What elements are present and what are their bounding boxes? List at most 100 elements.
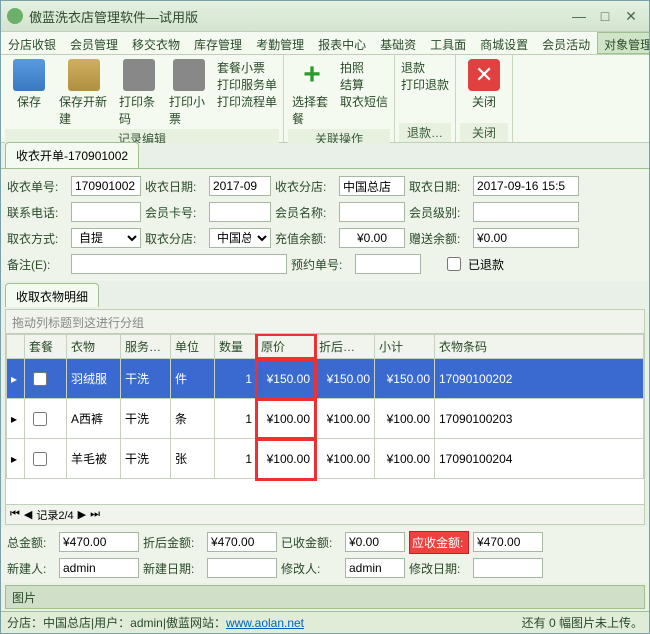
maximize-button[interactable]: □ [593, 6, 617, 26]
order-no-input[interactable] [71, 176, 141, 196]
col-unit[interactable]: 单位 [171, 335, 215, 359]
minimize-button[interactable]: — [567, 6, 591, 26]
menu-item[interactable]: 库存管理 [187, 32, 249, 54]
menu-item[interactable]: 基础资 [373, 32, 423, 54]
cell-expand[interactable]: ▸ [7, 439, 25, 479]
close-button[interactable]: ✕关闭 [460, 57, 508, 123]
print-barcode-button[interactable]: 打印条码 [115, 57, 163, 129]
print-combo-group[interactable]: 套餐小票 打印服务单 打印流程单 [215, 57, 279, 129]
menu-item[interactable]: 会员管理 [63, 32, 125, 54]
cell-unit: 件 [171, 359, 215, 399]
cell-orig: ¥150.00 [257, 359, 315, 399]
menu-item[interactable]: 会员活动 [535, 32, 597, 54]
cell-combo[interactable] [25, 439, 67, 479]
nav-first-icon[interactable]: ⏮ [10, 508, 20, 521]
menu-item[interactable]: 工具面 [423, 32, 473, 54]
cell-expand[interactable]: ▸ [7, 359, 25, 399]
col-sub[interactable]: 小计 [375, 335, 435, 359]
col-qty[interactable]: 数量 [215, 335, 257, 359]
phone-input[interactable] [71, 202, 141, 222]
label-topup: 充值余额: [275, 230, 335, 247]
label-creator: 新建人: [7, 560, 55, 577]
picture-label: 图片 [12, 591, 36, 605]
doc-tab[interactable]: 收衣开单-170901002 [5, 142, 139, 168]
select-combo-button[interactable]: +选择套餐 [288, 57, 336, 129]
row-checkbox[interactable] [33, 412, 47, 426]
refunded-checkbox[interactable] [447, 257, 461, 271]
col-combo[interactable]: 套餐 [25, 335, 67, 359]
refund-group[interactable]: 退款 打印退款 [399, 57, 451, 123]
menu-item[interactable]: 商城设置 [473, 32, 535, 54]
detail-tab[interactable]: 收取衣物明细 [5, 283, 99, 307]
label-mem-level: 会员级别: [409, 204, 469, 221]
record-navigator[interactable]: ⏮ ◀ 记录2/4 ▶ ⏭ [6, 504, 644, 524]
table-row[interactable]: ▸A西裤干洗条1¥100.00¥100.00¥100.0017090100203 [7, 399, 644, 439]
pick-store-select[interactable]: 中国总店 [209, 228, 271, 248]
menu-item[interactable]: 考勤管理 [249, 32, 311, 54]
save-new-button[interactable]: 保存开新建 [55, 57, 113, 129]
group-hint[interactable]: 拖动列标题到这进行分组 [6, 310, 644, 334]
close-window-button[interactable]: ✕ [619, 6, 643, 26]
cell-qty: 1 [215, 399, 257, 439]
cell-disc: ¥100.00 [315, 439, 375, 479]
cell-combo[interactable] [25, 359, 67, 399]
status-site-link[interactable]: www.aolan.net [226, 616, 304, 630]
picture-panel-header[interactable]: 图片 [5, 585, 645, 609]
photo-settle-sms-group[interactable]: 拍照 结算 取衣短信 [338, 57, 390, 129]
col-item[interactable]: 衣物 [67, 335, 121, 359]
col-barcode[interactable]: 衣物条码 [435, 335, 644, 359]
label-remark: 备注(E): [7, 256, 67, 273]
mod-date-input[interactable] [473, 558, 543, 578]
col-svc[interactable]: 服务… [121, 335, 171, 359]
titlebar[interactable]: 傲蓝洗衣店管理软件—试用版 — □ ✕ [1, 1, 649, 31]
card-no-input[interactable] [209, 202, 271, 222]
recv-store-input[interactable] [339, 176, 405, 196]
col-orig[interactable]: 原价 [257, 335, 315, 359]
cell-sub: ¥100.00 [375, 439, 435, 479]
document-tabs: 收衣开单-170901002 [1, 143, 649, 169]
ribbon: 保存 保存开新建 打印条码 打印小票 套餐小票 打印服务单 打印流程单 记录编辑… [1, 55, 649, 143]
create-date-input[interactable] [207, 558, 277, 578]
total-input[interactable] [59, 532, 139, 552]
cell-expand[interactable]: ▸ [7, 399, 25, 439]
bonus-input[interactable] [473, 228, 579, 248]
menu-item-active[interactable]: 对象管理 [597, 32, 649, 54]
col-expand[interactable] [7, 335, 25, 359]
due-input[interactable] [473, 532, 543, 552]
resv-no-input[interactable] [355, 254, 421, 274]
recv-date-input[interactable] [209, 176, 271, 196]
topup-input[interactable] [339, 228, 405, 248]
save-button[interactable]: 保存 [5, 57, 53, 129]
app-window: 傲蓝洗衣店管理软件—试用版 — □ ✕ 分店收银 会员管理 移交衣物 库存管理 … [0, 0, 650, 634]
cell-disc: ¥150.00 [315, 359, 375, 399]
nav-last-icon[interactable]: ⏭ [90, 508, 100, 521]
modifier-input[interactable] [345, 558, 405, 578]
paid-input[interactable] [345, 532, 405, 552]
menu-item[interactable]: 报表中心 [311, 32, 373, 54]
menu-item[interactable]: 分店收银 [1, 32, 63, 54]
table-row[interactable]: ▸羊毛被干洗张1¥100.00¥100.00¥100.0017090100204 [7, 439, 644, 479]
cell-combo[interactable] [25, 399, 67, 439]
menu-item[interactable]: 移交衣物 [125, 32, 187, 54]
pick-date-input[interactable] [473, 176, 579, 196]
col-disc[interactable]: 折后… [315, 335, 375, 359]
cell-barcode: 17090100204 [435, 439, 644, 479]
pick-way-select[interactable]: 自提 [71, 228, 141, 248]
table-row[interactable]: ▸羽绒服干洗件1¥150.00¥150.00¥150.0017090100202 [7, 359, 644, 399]
print-receipt-button[interactable]: 打印小票 [165, 57, 213, 129]
cell-svc: 干洗 [121, 359, 171, 399]
row-checkbox[interactable] [33, 372, 47, 386]
creator-input[interactable] [59, 558, 139, 578]
label-after-disc: 折后金额: [143, 534, 203, 551]
cell-qty: 1 [215, 439, 257, 479]
label-pick-way: 取衣方式: [7, 230, 67, 247]
mem-level-input[interactable] [473, 202, 579, 222]
mem-name-input[interactable] [339, 202, 405, 222]
remark-input[interactable] [71, 254, 287, 274]
save-new-icon [68, 59, 100, 91]
after-disc-input[interactable] [207, 532, 277, 552]
row-checkbox[interactable] [33, 452, 47, 466]
cell-orig: ¥100.00 [257, 439, 315, 479]
nav-next-icon[interactable]: ▶ [78, 508, 86, 521]
nav-prev-icon[interactable]: ◀ [24, 508, 32, 521]
